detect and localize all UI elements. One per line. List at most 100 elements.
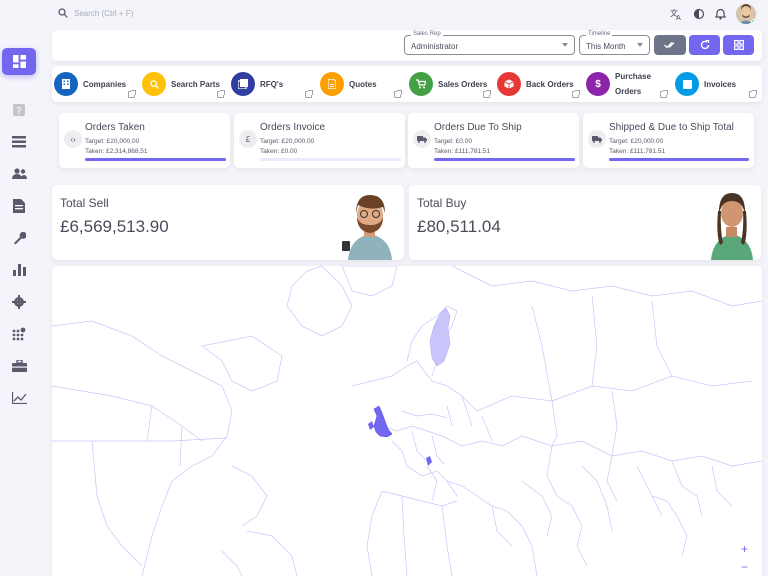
gear-icon [12, 295, 26, 309]
total-buy-value: £80,511.04 [417, 217, 501, 236]
theme-toggle-icon[interactable] [693, 8, 705, 20]
stat-title: Orders Taken [85, 122, 145, 133]
apps-grid-icon [12, 327, 26, 341]
double-check-icon [663, 42, 674, 49]
box-icon [497, 72, 521, 96]
man-illustration [342, 195, 392, 260]
invoice-icon [675, 72, 699, 96]
quick-link-label: Search Parts [171, 79, 220, 89]
map-region-bosnia[interactable] [426, 456, 432, 466]
quick-link-rfqs[interactable]: RFQ's [231, 70, 283, 98]
stat-target: Target: £20,000.00 [609, 138, 664, 145]
sidebar-item-tools[interactable] [9, 228, 29, 248]
help-icon: ? [13, 104, 25, 117]
sidebar: ? [0, 0, 38, 576]
stat-card-orders-invoice[interactable]: £ Orders Invoice Target: £20,000.00 Take… [234, 113, 405, 168]
translate-icon[interactable]: 文A [670, 8, 683, 20]
quick-link-purchase-orders[interactable]: $ Purchase Orders [586, 70, 655, 98]
layout-button[interactable] [723, 35, 754, 55]
quick-link-sales-orders[interactable]: Sales Orders [409, 70, 487, 98]
stat-progress [260, 158, 401, 161]
truck-icon [588, 130, 606, 148]
external-link-icon[interactable] [660, 90, 668, 98]
document-icon [320, 72, 344, 96]
sidebar-item-dashboard[interactable] [2, 48, 36, 75]
cart-icon [409, 72, 433, 96]
line-chart-icon [11, 392, 27, 404]
search-placeholder[interactable]: Search (Ctrl + F) [74, 9, 133, 18]
grid-icon [733, 40, 744, 50]
quick-link-label: Back Orders [526, 79, 574, 89]
stat-taken: Taken: £2,314,868.51 [85, 148, 148, 155]
world-map[interactable]: + − [52, 266, 762, 576]
external-link-icon[interactable] [128, 90, 136, 98]
quick-link-search-parts[interactable]: Search Parts [142, 70, 220, 98]
quick-link-label: Companies [83, 79, 127, 89]
stat-progress-fill [609, 158, 749, 161]
total-sell-value: £6,569,513.90 [60, 217, 169, 236]
chevron-down-icon [637, 43, 643, 47]
stat-progress-fill [434, 158, 575, 161]
external-link-icon[interactable] [305, 90, 313, 98]
bar-chart-icon [12, 264, 26, 276]
truck-icon [413, 130, 431, 148]
online-status-dot [751, 19, 756, 24]
refresh-button[interactable] [689, 35, 720, 55]
stat-title: Shipped & Due to Ship Total [609, 122, 734, 133]
quick-link-invoices[interactable]: Invoices [675, 70, 736, 98]
wrench-icon [14, 231, 26, 245]
bell-icon[interactable] [715, 8, 726, 20]
sales-rep-value: Administrator [411, 42, 459, 51]
stat-card-shipped-total[interactable]: Shipped & Due to Ship Total Target: £20,… [583, 113, 754, 168]
stat-taken: Taken: £0.00 [260, 148, 298, 155]
quick-link-companies[interactable]: Companies [54, 70, 126, 98]
timeline-label: Timeline [586, 31, 613, 37]
sidebar-item-settings[interactable] [9, 292, 29, 312]
stat-card-orders-taken[interactable]: ‹› Orders Taken Target: £20,000.00 Taken… [59, 113, 230, 168]
quick-link-label: Sales Orders [438, 79, 488, 89]
sidebar-item-documents[interactable] [9, 196, 29, 216]
code-icon: ‹› [64, 130, 82, 148]
quick-link-back-orders[interactable]: Back Orders [497, 70, 574, 98]
sidebar-item-reports[interactable] [9, 260, 29, 280]
stat-progress [434, 158, 575, 161]
stat-title: Orders Invoice [260, 122, 326, 133]
sidebar-item-analytics[interactable] [9, 388, 29, 408]
map-region-finland[interactable] [429, 307, 451, 367]
stat-card-orders-due-to-ship[interactable]: Orders Due To Ship Target: £0.00 Taken: … [408, 113, 579, 168]
external-link-icon[interactable] [217, 90, 225, 98]
map-region-ireland[interactable] [368, 421, 374, 430]
apply-filter-button[interactable] [654, 35, 686, 55]
sidebar-item-help[interactable]: ? [9, 100, 29, 120]
quick-link-quotes[interactable]: Quotes [320, 70, 377, 98]
document-icon [13, 199, 25, 213]
sidebar-item-list[interactable] [9, 132, 29, 152]
sidebar-item-users[interactable] [9, 164, 29, 184]
timeline-select[interactable]: Timeline This Month [579, 31, 650, 55]
zoom-in-button[interactable]: + [741, 542, 748, 556]
map-region-united-kingdom[interactable] [373, 405, 393, 438]
external-link-icon[interactable] [572, 90, 580, 98]
quick-link-label: Invoices [704, 79, 737, 89]
stat-taken: Taken: £111,781.51 [609, 148, 666, 155]
map-svg [52, 266, 762, 576]
user-avatar[interactable] [736, 4, 756, 24]
top-bar: Search (Ctrl + F) 文A [52, 0, 762, 30]
building-icon [54, 72, 78, 96]
stack-icon [231, 72, 255, 96]
dollar-icon: $ [586, 72, 610, 96]
sidebar-item-apps[interactable] [9, 324, 29, 344]
timeline-value: This Month [586, 42, 626, 51]
woman-illustration [711, 193, 753, 260]
search-bar[interactable]: Search (Ctrl + F) [58, 8, 133, 18]
sidebar-item-toolbox[interactable] [9, 356, 29, 376]
zoom-out-button[interactable]: − [741, 560, 748, 574]
sales-rep-select[interactable]: Sales Rep Administrator [404, 31, 575, 55]
external-link-icon[interactable] [483, 90, 491, 98]
search-icon [58, 8, 68, 18]
stat-title: Orders Due To Ship [434, 122, 522, 133]
external-link-icon[interactable] [394, 90, 402, 98]
svg-text:?: ? [16, 106, 21, 117]
refresh-icon [700, 40, 709, 50]
external-link-icon[interactable] [749, 90, 757, 98]
